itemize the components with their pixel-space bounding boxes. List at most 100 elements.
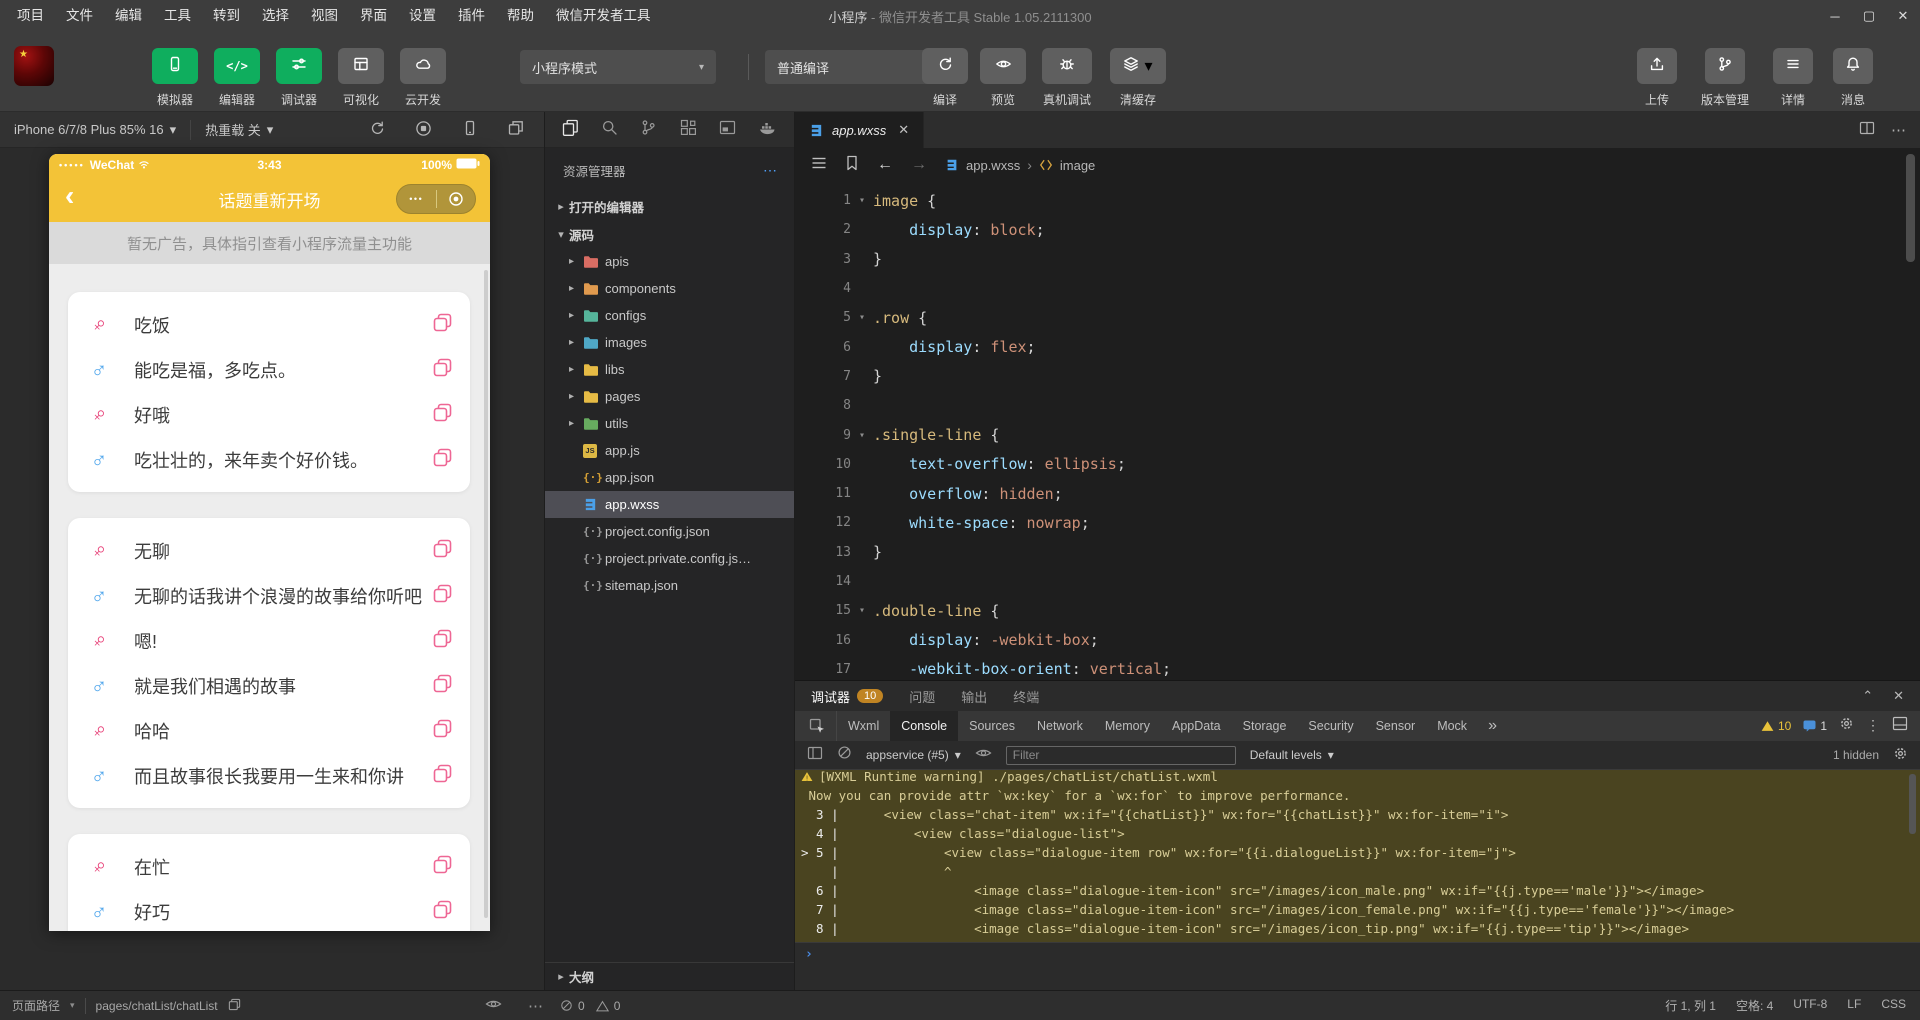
details-button[interactable]: 详情 — [1772, 48, 1814, 108]
more-actions-icon[interactable] — [1891, 121, 1906, 140]
menu-item[interactable]: 界面 — [349, 0, 398, 32]
tree-item[interactable]: JS {·} configs — [545, 302, 794, 329]
devtools-tab[interactable]: Network — [1026, 711, 1094, 741]
copy-icon[interactable] — [433, 900, 452, 924]
inspect-icon[interactable] — [795, 711, 837, 741]
tree-item[interactable]: JS {·} sitemap.json — [545, 572, 794, 599]
tree-item[interactable]: JS {·} app.wxss — [545, 491, 794, 518]
menu-item[interactable]: 设置 — [398, 0, 447, 32]
copy-icon[interactable] — [433, 403, 452, 427]
menu-item[interactable]: 选择 — [251, 0, 300, 32]
copy-icon[interactable] — [433, 313, 452, 337]
avatar[interactable]: ★ — [14, 46, 54, 86]
menu-item[interactable]: 视图 — [300, 0, 349, 32]
tree-item[interactable]: JS {·} utils — [545, 410, 794, 437]
breadcrumb-symbol[interactable]: image — [1060, 158, 1095, 173]
messages-button[interactable]: 消息 — [1832, 48, 1874, 108]
detach-window-icon[interactable] — [508, 120, 524, 139]
menu-item[interactable]: 转到 — [202, 0, 251, 32]
source-section[interactable]: 源码 — [545, 220, 794, 248]
breadcrumb-file[interactable]: app.wxss — [966, 158, 1020, 173]
copy-icon[interactable] — [433, 764, 452, 788]
devtools-tab[interactable]: Console — [890, 711, 959, 741]
panel-tab[interactable]: 输出 — [961, 687, 987, 706]
search-icon[interactable] — [601, 119, 618, 141]
tree-item[interactable]: JS {·} libs — [545, 356, 794, 383]
devtools-tab[interactable]: Wxml — [837, 711, 890, 741]
panel-tab[interactable]: 问题 — [909, 687, 935, 706]
menu-item[interactable]: 工具 — [153, 0, 202, 32]
minimize-icon[interactable]: ─ — [1818, 0, 1852, 32]
preview-button[interactable]: 预览 — [980, 48, 1026, 108]
tree-item[interactable]: JS {·} apis — [545, 248, 794, 275]
menu-item[interactable]: 文件 — [55, 0, 104, 32]
eye-icon[interactable] — [485, 997, 502, 1014]
filter-input[interactable] — [1005, 745, 1236, 765]
menu-item[interactable]: 帮助 — [496, 0, 545, 32]
editor-scrollbar[interactable] — [1906, 154, 1915, 262]
status-item[interactable]: 空格: 4 — [1736, 997, 1773, 1014]
devtools-tab[interactable]: Mock — [1426, 711, 1478, 741]
tree-item[interactable]: JS {·} app.json — [545, 464, 794, 491]
debugger-toggle[interactable]: 调试器 — [274, 48, 324, 108]
upload-button[interactable]: 上传 — [1636, 48, 1678, 108]
devtools-tab[interactable]: Security — [1297, 711, 1364, 741]
menu-item[interactable]: 项目 — [6, 0, 55, 32]
console-prompt-row[interactable] — [795, 942, 1920, 966]
phone-frame-icon[interactable] — [462, 120, 478, 139]
message-counter[interactable]: 1 — [1803, 719, 1827, 733]
more-dots-icon[interactable] — [397, 194, 436, 204]
devtools-tab[interactable]: Storage — [1232, 711, 1298, 741]
fold-chevron-icon[interactable]: ▾ — [851, 605, 873, 616]
status-item[interactable]: 行 1, 列 1 — [1665, 997, 1716, 1014]
panel-tab[interactable]: 调试器 10 — [811, 687, 884, 706]
fold-chevron-icon[interactable]: ▾ — [851, 312, 873, 323]
tree-item[interactable]: JS {·} images — [545, 329, 794, 356]
open-editors-section[interactable]: 打开的编辑器 — [545, 192, 794, 220]
devtools-tab[interactable]: Memory — [1094, 711, 1161, 741]
console-sidebar-icon[interactable] — [807, 746, 823, 765]
blocks-icon[interactable] — [680, 119, 697, 141]
devtools-tab[interactable]: Sensor — [1365, 711, 1427, 741]
outline-section[interactable]: 大纲 — [545, 962, 794, 990]
clear-console-icon[interactable] — [837, 745, 852, 765]
copy-icon[interactable] — [433, 629, 452, 653]
tree-item[interactable]: JS {·} project.private.config.js… — [545, 545, 794, 572]
copy-icon[interactable] — [433, 674, 452, 698]
gear-icon[interactable] — [1839, 716, 1854, 736]
record-icon[interactable] — [415, 120, 432, 140]
maximize-icon[interactable]: ▢ — [1852, 0, 1886, 32]
exit-target-icon[interactable] — [437, 191, 476, 207]
tree-item[interactable]: JS {·} app.js — [545, 437, 794, 464]
whale-icon[interactable] — [758, 119, 777, 141]
outline-list-icon[interactable] — [811, 156, 827, 175]
warning-counter[interactable]: 10 — [1761, 719, 1791, 733]
copy-icon[interactable] — [433, 719, 452, 743]
dock-panel-icon[interactable] — [1892, 716, 1908, 736]
version-manage-button[interactable]: 版本管理 — [1696, 48, 1754, 108]
overflow-chevron-icon[interactable] — [1478, 717, 1507, 735]
mode-dropdown[interactable]: 小程序模式 — [520, 50, 716, 84]
tree-item[interactable]: JS {·} components — [545, 275, 794, 302]
devtools-tab[interactable]: Sources — [958, 711, 1026, 741]
page-path[interactable]: pages/chatList/chatList — [96, 999, 218, 1013]
console-scrollbar[interactable] — [1909, 774, 1916, 834]
simulator-toggle[interactable]: 模拟器 — [150, 48, 200, 108]
code-editor[interactable]: 1 ▾ image { 2 display: block; 3 } 4 5 ▾ … — [795, 182, 1920, 680]
copy-icon[interactable] — [433, 358, 452, 382]
kebab-menu-icon[interactable] — [1866, 717, 1880, 735]
forward-arrow-icon[interactable] — [911, 156, 927, 174]
split-editor-icon[interactable] — [1859, 120, 1875, 141]
status-item[interactable]: CSS — [1881, 997, 1906, 1014]
collapse-chevron-icon[interactable]: ⌃ — [1862, 688, 1873, 704]
devtools-tab[interactable]: AppData — [1161, 711, 1232, 741]
more-actions-icon[interactable] — [763, 162, 778, 179]
close-icon[interactable]: ✕ — [1893, 688, 1904, 704]
bookmark-icon[interactable] — [845, 155, 859, 176]
copy-path-icon[interactable] — [228, 998, 241, 1014]
status-item[interactable]: UTF-8 — [1793, 997, 1827, 1014]
copy-icon[interactable] — [433, 855, 452, 879]
panel-tab[interactable]: 终端 — [1013, 687, 1039, 706]
menu-item[interactable]: 插件 — [447, 0, 496, 32]
compile-button[interactable]: 编译 — [922, 48, 968, 108]
